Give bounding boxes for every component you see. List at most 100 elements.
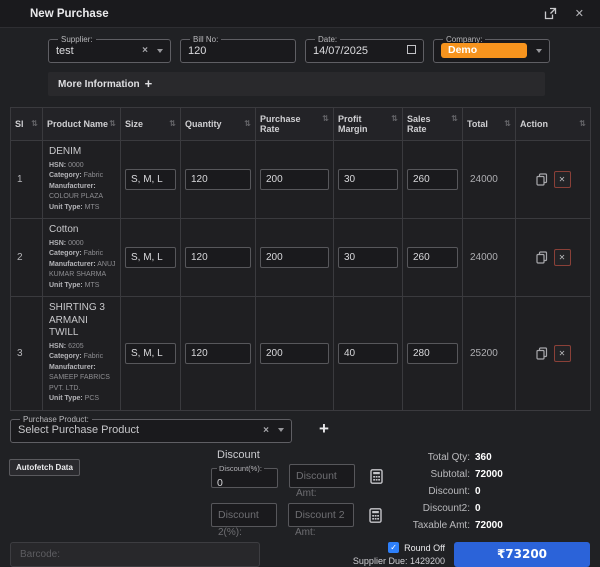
column-header-sl[interactable]: ⇅ Sl — [10, 107, 43, 141]
profit-margin-input[interactable] — [338, 247, 398, 268]
discount-block: Discount Discount(%): Amt: 2(%): Amt: — [211, 448, 383, 538]
discount-percent-input[interactable] — [217, 476, 272, 489]
table-header-row: ⇅ Sl ⇅ Product Name ⇅ Size ⇅ Quantity ⇅ Purch… — [10, 107, 591, 141]
product-info: DENIM HSN: 0000 Category: Fabric Manufac… — [42, 140, 121, 219]
bill-no-value: 120 — [188, 44, 207, 57]
column-header-total[interactable]: ⇅ Total — [462, 107, 516, 141]
sort-icon[interactable]: ⇅ — [109, 119, 116, 128]
product-info: Cotton HSN: 0000 Category: Fabric Manufa… — [42, 218, 121, 297]
date-label: Date: — [318, 35, 338, 44]
date-value: 14/07/2025 — [313, 44, 369, 57]
column-header-product-name[interactable]: ⇅ Product Name — [42, 107, 121, 141]
sort-icon[interactable]: ⇅ — [579, 119, 586, 128]
table-row: 1 DENIM HSN: 0000 Category: Fabric Manuf… — [10, 140, 591, 219]
autofetch-data-button[interactable]: Autofetch Data — [9, 458, 80, 476]
remove-row-button[interactable]: ✕ — [553, 171, 571, 188]
remove-row-button[interactable]: ✕ — [553, 249, 571, 266]
expand-icon[interactable] — [544, 7, 557, 20]
dialog-titlebar: New Purchase ✕ — [0, 0, 600, 28]
sales-rate-input[interactable] — [407, 169, 458, 190]
column-header-action[interactable]: ⇅ Action — [515, 107, 591, 141]
sort-icon[interactable]: ⇅ — [322, 114, 329, 123]
items-table: ⇅ Sl ⇅ Product Name ⇅ Size ⇅ Quantity ⇅ Purch… — [10, 107, 591, 411]
chevron-down-icon[interactable] — [536, 48, 542, 53]
sort-icon[interactable]: ⇅ — [504, 119, 511, 128]
column-header-quantity[interactable]: ⇅ Quantity — [180, 107, 256, 141]
copy-icon[interactable] — [535, 347, 548, 360]
totals-summary: Total Qty: 360 Subtotal: 72000 Discount:… — [385, 452, 503, 531]
page-title: New Purchase — [30, 7, 109, 20]
clear-icon[interactable]: × — [263, 425, 269, 436]
company-select[interactable]: Company: Demo — [433, 35, 550, 63]
sales-rate-input[interactable] — [407, 247, 458, 268]
bill-no-field[interactable]: Bill No: 120 — [180, 35, 296, 63]
discount-heading: Discount — [217, 448, 260, 461]
row-total: 24000 — [462, 218, 516, 297]
profit-margin-input[interactable] — [338, 342, 398, 364]
round-off-checkbox[interactable]: ✓ — [388, 542, 400, 553]
purchase-product-label: Purchase Product: — [23, 414, 89, 424]
sort-icon[interactable]: ⇅ — [169, 119, 176, 128]
quantity-input[interactable] — [185, 169, 251, 190]
chevron-down-icon[interactable] — [278, 428, 284, 432]
discount2-value: 0 — [475, 502, 481, 514]
supplier-select[interactable]: Supplier: test × — [48, 35, 171, 63]
quantity-input[interactable] — [185, 342, 251, 364]
column-header-profit-margin[interactable]: ⇅ Profit Margin — [333, 107, 403, 141]
total-qty-value: 360 — [475, 451, 492, 463]
sort-icon[interactable]: ⇅ — [391, 114, 398, 123]
discount2-percent-input[interactable] — [211, 502, 277, 527]
discount2-label: Discount2: — [422, 502, 470, 514]
sort-icon[interactable]: ⇅ — [451, 114, 458, 123]
discount-label: Discount: — [428, 485, 470, 497]
purchase-product-row: Purchase Product: Select Purchase Produc… — [10, 414, 600, 443]
calendar-icon[interactable] — [407, 44, 416, 57]
product-name: Cotton — [49, 224, 79, 235]
purchase-rate-input[interactable] — [260, 169, 329, 190]
size-input[interactable] — [125, 169, 176, 190]
purchase-rate-input[interactable] — [260, 342, 329, 364]
column-header-sales-rate[interactable]: ⇅ Sales Rate — [402, 107, 463, 141]
discount-value: 0 — [475, 485, 481, 497]
summary-section: Autofetch Data Discount Discount(%): Amt… — [0, 449, 600, 539]
product-name: SHIRTING 3 ARMANI TWILL — [49, 302, 105, 338]
barcode-input[interactable] — [10, 541, 260, 567]
more-information-label: More Information — [58, 78, 140, 90]
header-fields: Supplier: test × Bill No: 120 Date: 14/0… — [48, 35, 600, 63]
supplier-label: Supplier: — [61, 35, 93, 44]
total-amount-button[interactable]: ₹73200 — [454, 541, 590, 567]
column-header-purchase-rate[interactable]: ⇅ Purchase Rate — [255, 107, 334, 141]
clear-icon[interactable]: × — [142, 45, 148, 56]
sort-icon[interactable]: ⇅ — [31, 119, 38, 128]
subtotal-value: 72000 — [475, 468, 503, 480]
sort-icon[interactable]: ⇅ — [244, 119, 251, 128]
supplier-due-text: Supplier Due: 1429200 — [352, 556, 445, 566]
column-header-size[interactable]: ⇅ Size — [120, 107, 181, 141]
add-product-button[interactable]: + — [319, 420, 329, 437]
taxable-amt-value: 72000 — [475, 519, 503, 531]
copy-icon[interactable] — [535, 173, 548, 186]
more-information-toggle[interactable]: More Information + — [48, 72, 545, 96]
purchase-product-select[interactable]: Purchase Product: Select Purchase Produc… — [10, 414, 292, 443]
remove-row-button[interactable]: ✕ — [553, 344, 571, 362]
copy-icon[interactable] — [535, 251, 548, 264]
row-total: 25200 — [462, 296, 516, 411]
purchase-rate-input[interactable] — [260, 247, 329, 268]
bill-no-label: Bill No: — [193, 35, 219, 44]
calculator-icon[interactable] — [369, 507, 382, 523]
table-row: 3 SHIRTING 3 ARMANI TWILL HSN: 6205 Cate… — [10, 296, 591, 411]
taxable-amt-label: Taxable Amt: — [412, 519, 470, 531]
size-input[interactable] — [125, 247, 176, 268]
profit-margin-input[interactable] — [338, 169, 398, 190]
calculator-icon[interactable] — [370, 468, 383, 484]
chevron-down-icon[interactable] — [157, 48, 163, 53]
discount2-amount-input[interactable] — [288, 502, 354, 527]
sales-rate-input[interactable] — [407, 342, 458, 364]
date-field[interactable]: Date: 14/07/2025 — [305, 35, 424, 63]
supplier-value: test — [56, 44, 74, 57]
product-name: DENIM — [49, 146, 82, 157]
quantity-input[interactable] — [185, 247, 251, 268]
close-icon[interactable]: ✕ — [575, 7, 584, 20]
size-input[interactable] — [125, 342, 176, 364]
round-off-label: Round Off — [404, 542, 445, 553]
